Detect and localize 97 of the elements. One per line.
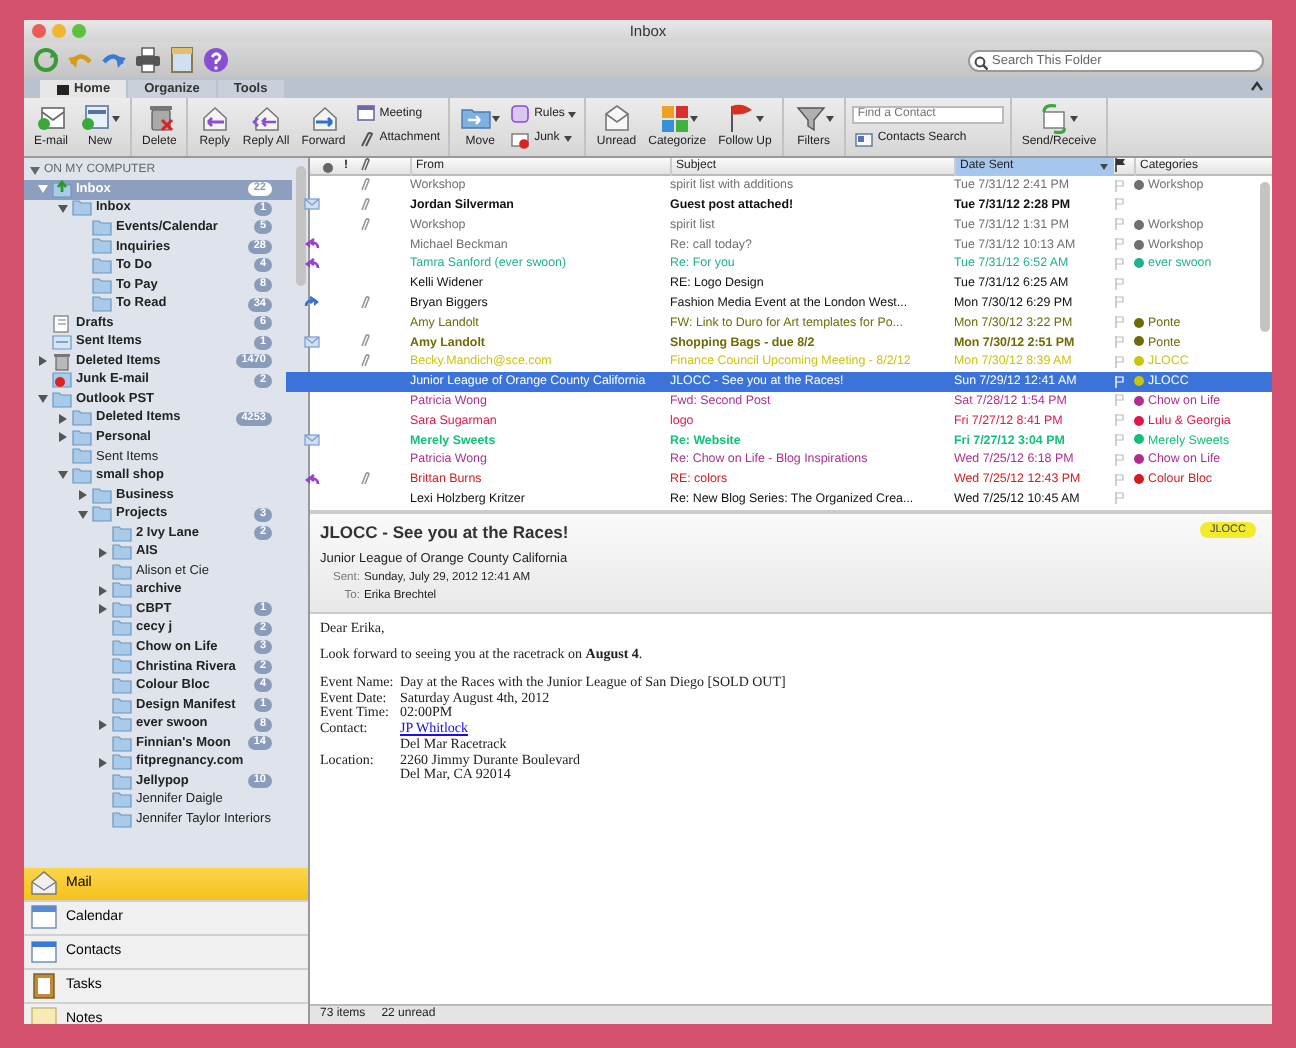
- disclosure-triangle-icon[interactable]: [57, 432, 67, 443]
- folder-icon: [72, 465, 92, 486]
- flag-icon[interactable]: [1114, 394, 1124, 407]
- folder-icon: [72, 198, 92, 219]
- folder-icon: [92, 485, 112, 506]
- folder-icon: [112, 752, 132, 773]
- disclosure-triangle-icon[interactable]: [57, 203, 67, 214]
- flag-icon[interactable]: [1114, 375, 1124, 388]
- flag-icon[interactable]: [1114, 473, 1124, 486]
- folder-icon: [112, 790, 132, 811]
- flag-icon[interactable]: [1114, 277, 1124, 290]
- clipboard-icon: [30, 972, 58, 1000]
- flag-icon[interactable]: [1114, 433, 1124, 446]
- folder-icon: [112, 809, 132, 830]
- reply-icon: [198, 102, 231, 134]
- junk-folder-icon: [52, 370, 72, 391]
- envelope-icon: [600, 102, 633, 134]
- folder-icon: [92, 294, 112, 315]
- folder-icon: [112, 733, 132, 754]
- disclosure-triangle-icon[interactable]: [57, 470, 67, 481]
- folder-icon: [112, 561, 132, 582]
- funnel-icon: [793, 102, 826, 134]
- folder-icon: [92, 504, 112, 525]
- sync-envelope-icon: [1038, 102, 1071, 134]
- folder-icon: [112, 523, 132, 544]
- folder-icon: [92, 255, 112, 276]
- folder-icon: [72, 408, 92, 429]
- scrollbar[interactable]: [296, 166, 306, 286]
- calendar-icon: [30, 904, 58, 932]
- flag-icon[interactable]: [1114, 296, 1124, 309]
- folder-icon: [112, 542, 132, 563]
- folder-icon: [112, 771, 132, 792]
- forward-icon: [307, 102, 340, 134]
- folder-icon: [112, 695, 132, 716]
- folder-icon: [112, 580, 132, 601]
- flag-icon[interactable]: [1114, 492, 1124, 505]
- folder-icon: [112, 599, 132, 620]
- flag-icon[interactable]: [1114, 316, 1124, 329]
- draft-document-icon: [52, 313, 72, 334]
- disclosure-triangle-icon[interactable]: [37, 184, 47, 195]
- help-icon[interactable]: [202, 46, 230, 74]
- flag-icon[interactable]: [1114, 335, 1124, 348]
- status-column-icon[interactable]: [321, 161, 333, 174]
- disclosure-triangle-icon[interactable]: [37, 356, 47, 367]
- reply-all-icon: [250, 102, 283, 134]
- disclosure-triangle-icon[interactable]: [97, 547, 107, 558]
- inbox-folder-icon: [52, 179, 72, 200]
- envelope-icon: [56, 83, 70, 95]
- calendar-icon: [355, 104, 376, 125]
- folder-icon: [112, 618, 132, 639]
- scrollbar[interactable]: [1260, 182, 1270, 332]
- flag-icon[interactable]: [1114, 179, 1124, 192]
- folder-icon: [72, 446, 92, 467]
- folder-icon: [92, 275, 112, 296]
- address-card-icon: [30, 938, 58, 966]
- sync-icon[interactable]: [32, 46, 60, 74]
- paperclip-icon[interactable]: [360, 158, 370, 172]
- window-icon[interactable]: [168, 46, 196, 74]
- message-subject: JLOCC - See you at the Races!: [320, 520, 569, 546]
- folder-icon: [72, 427, 92, 448]
- disclosure-triangle-icon[interactable]: [97, 757, 107, 768]
- folder-icon: [112, 656, 132, 677]
- disclosure-triangle-icon[interactable]: [30, 166, 40, 176]
- flag-icon[interactable]: [1114, 414, 1124, 427]
- search-icon: [974, 55, 988, 69]
- disclosure-triangle-icon[interactable]: [77, 490, 87, 501]
- paperclip-icon: [355, 129, 376, 150]
- flag-column-icon[interactable]: [1114, 158, 1126, 172]
- printer-icon[interactable]: [134, 46, 162, 74]
- disclosure-triangle-icon[interactable]: [97, 604, 107, 615]
- disclosure-triangle-icon[interactable]: [77, 509, 87, 520]
- flag-icon[interactable]: [1114, 453, 1124, 466]
- folder-icon: [112, 637, 132, 658]
- envelope-icon: [35, 102, 67, 134]
- flag-icon[interactable]: [1114, 218, 1124, 231]
- flag-icon[interactable]: [1114, 198, 1124, 211]
- flag-icon[interactable]: [1114, 355, 1124, 368]
- color-grid-icon: [657, 102, 690, 134]
- tray-icon: [52, 332, 72, 353]
- collapse-ribbon-icon[interactable]: [1250, 79, 1264, 92]
- folder-icon: [112, 676, 132, 696]
- folder-icon: [112, 714, 132, 735]
- disclosure-triangle-icon[interactable]: [57, 413, 67, 424]
- caret-icon: [1100, 164, 1108, 171]
- folder-icon: [52, 389, 72, 410]
- trash-icon: [52, 351, 72, 372]
- document-icon: [80, 102, 113, 134]
- folder-icon: [92, 217, 112, 238]
- disclosure-triangle-icon[interactable]: [97, 585, 107, 596]
- flag-icon[interactable]: [1114, 238, 1124, 250]
- disclosure-triangle-icon[interactable]: [37, 394, 47, 405]
- envelope-icon: [30, 870, 58, 898]
- contact-card-icon: [853, 129, 874, 149]
- disclosure-triangle-icon[interactable]: [97, 719, 107, 730]
- folder-icon: [92, 236, 112, 257]
- flag-icon[interactable]: [1114, 257, 1124, 270]
- junk-envelope-icon: [510, 129, 531, 150]
